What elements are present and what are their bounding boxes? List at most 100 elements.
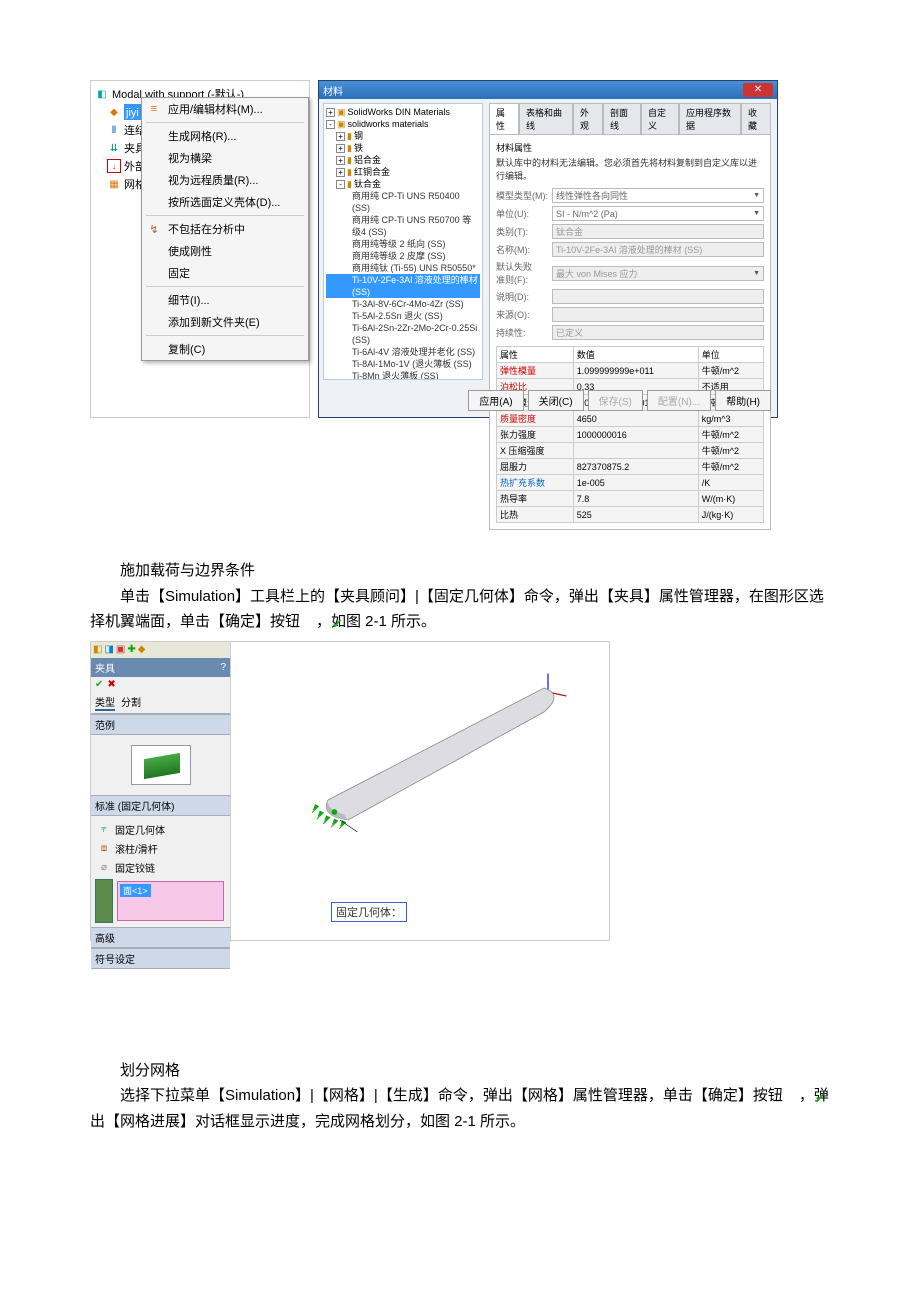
mat-leaf[interactable]: Ti-3Al-8V-6Cr-4Mo-4Zr (SS) — [326, 298, 480, 310]
mat-leaf[interactable]: Ti-8Al-1Mo-1V (退火薄板 (SS) — [326, 358, 480, 370]
ctx-label: 生成网格(R)... — [168, 128, 236, 144]
ctx-remote-mass[interactable]: 视为远程质量(R)... — [142, 169, 308, 191]
mat-tree-node[interactable]: SolidWorks DIN Materials — [348, 106, 450, 118]
tab-type[interactable]: 类型 — [95, 694, 115, 711]
tab-fav[interactable]: 收藏 — [741, 103, 771, 134]
ctx-label: 使成刚性 — [168, 243, 212, 259]
toolbar-icon[interactable]: ◆ — [138, 644, 146, 655]
expand-icon[interactable]: + — [336, 144, 345, 153]
ctx-edit-material[interactable]: ≡ 应用/编辑材料(M)... — [142, 98, 308, 120]
mat-leaf[interactable]: 商用纯等级 2 纸向 (SS) — [326, 238, 480, 250]
ctx-copy[interactable]: 复制(C) — [142, 338, 308, 360]
cancel-x-icon[interactable]: ✖ — [107, 679, 115, 690]
ctx-label: 不包括在分析中 — [168, 221, 245, 237]
expand-icon[interactable]: + — [336, 156, 345, 165]
tab-split[interactable]: 分割 — [121, 694, 141, 711]
table-row: 热导率7.8W/(m·K) — [497, 491, 764, 507]
mat-leaf[interactable]: 商用纯等级 2 皮摩 (SS) — [326, 250, 480, 262]
selected-face-chip[interactable]: 面<1> — [120, 884, 151, 897]
material-tree[interactable]: +▣SolidWorks DIN Materials -▣solidworks … — [323, 103, 483, 380]
section-standard[interactable]: 标准 (固定几何体) — [91, 795, 230, 816]
mat-leaf[interactable]: Ti-8Mn 退火薄板 (SS) — [326, 370, 480, 380]
ok-check-icon[interactable]: ✔ — [95, 679, 103, 690]
selection-box[interactable]: 面<1> — [117, 881, 224, 921]
toolbar-icon[interactable]: ◨ — [104, 644, 113, 655]
mat-cat[interactable]: 钛合金 — [354, 178, 381, 190]
ctx-shell[interactable]: 按所选面定义壳体(D)... — [142, 191, 308, 213]
section-example[interactable]: 范例 — [91, 714, 230, 735]
expand-icon[interactable]: + — [326, 108, 335, 117]
ctx-gen-mesh[interactable]: 生成网格(R)... — [142, 125, 308, 147]
ctx-fix[interactable]: 固定 — [142, 262, 308, 284]
fixture-type-fixed[interactable]: ⫧固定几何体 — [95, 820, 226, 839]
dialog-titlebar[interactable]: 材料 ✕ — [319, 81, 777, 99]
save-button: 保存(S) — [588, 390, 643, 411]
properties-table: 属性 数值 单位 弹性模量1.099999999e+011牛顿/m^2 泊松比0… — [496, 346, 764, 523]
graphics-viewport[interactable]: 固定几何体： — [231, 642, 609, 940]
tab-custom[interactable]: 自定义 — [641, 103, 679, 134]
fixtures-icon: ⇊ — [107, 141, 121, 155]
mat-leaf[interactable]: Ti-5Al-2.5Sn 退火 (SS) — [326, 310, 480, 322]
close-button[interactable]: 关闭(C) — [528, 390, 584, 411]
mat-cat[interactable]: 红铜合金 — [354, 166, 390, 178]
apply-button[interactable]: 应用(A) — [468, 390, 523, 411]
fixture-type-hinge[interactable]: ⌀固定铰链 — [95, 858, 226, 877]
mat-leaf[interactable]: 商用纯 CP-Ti UNS R50700 等级4 (SS) — [326, 214, 480, 238]
tab-appdata[interactable]: 应用程序数据 — [679, 103, 741, 134]
table-row: 质量密度4650kg/m^3 — [497, 411, 764, 427]
ctx-label: 应用/编辑材料(M)... — [168, 101, 263, 117]
paragraph: 选择下拉菜单【Simulation】|【网格】|【生成】命令，弹出【网格】属性管… — [90, 1083, 830, 1134]
mat-leaf[interactable]: Ti-6Al-2Sn-2Zr-2Mo-2Cr-0.25Si (SS) — [326, 322, 480, 346]
ok-check-icon — [300, 615, 316, 629]
category-input: 钛合金 — [552, 224, 764, 239]
section-symbol[interactable]: 符号设定 — [91, 948, 230, 969]
separator — [146, 286, 304, 287]
ctx-add-folder[interactable]: 添加到新文件夹(E) — [142, 311, 308, 333]
face-select-icon[interactable] — [95, 879, 113, 923]
help-button[interactable]: 帮助(H) — [715, 390, 771, 411]
mat-leaf[interactable]: Ti-6Al-4V 溶液处理并老化 (SS) — [326, 346, 480, 358]
ok-check-icon — [783, 1089, 799, 1103]
source-input — [552, 307, 764, 322]
mat-cat[interactable]: 铝合金 — [354, 154, 381, 166]
tab-properties[interactable]: 属性 — [489, 103, 519, 134]
collapse-icon[interactable]: - — [326, 120, 335, 129]
mat-leaf-selected[interactable]: Ti-10V-2Fe-3Al 溶液处理的棒材 (SS) — [326, 274, 480, 298]
collapse-icon[interactable]: - — [336, 180, 345, 189]
toolbar-icon[interactable]: ◧ — [93, 644, 102, 655]
chevron-down-icon: ▼ — [753, 270, 760, 277]
material-figure-row: ◧ Modal with support (-默认-) ◆ jiyi (-[SW… — [90, 80, 830, 418]
material-dialog: 材料 ✕ +▣SolidWorks DIN Materials -▣solidw… — [318, 80, 778, 418]
table-row: X 压缩强度牛顿/m^2 — [497, 443, 764, 459]
model-type-select[interactable]: 线性弹性各向同性▼ — [552, 188, 764, 203]
expand-icon[interactable]: + — [336, 168, 345, 177]
toolbar-icon[interactable]: ✚ — [127, 644, 135, 655]
fixture-type-roller[interactable]: ⧈滚柱/滑杆 — [95, 839, 226, 858]
tab-appearance[interactable]: 外观 — [573, 103, 603, 134]
mat-cat[interactable]: 钢 — [354, 130, 363, 142]
chevron-down-icon: ▼ — [753, 210, 760, 217]
unit-select[interactable]: SI - N/m^2 (Pa)▼ — [552, 206, 764, 221]
mat-leaf[interactable]: 商用纯钛 (Ti-55) UNS R50550* — [326, 262, 480, 274]
desc-input — [552, 289, 764, 304]
tab-hatch[interactable]: 剖面线 — [603, 103, 641, 134]
ctx-beam[interactable]: 视为横梁 — [142, 147, 308, 169]
mat-leaf[interactable]: 商用纯 CP-Ti UNS R50400 (SS) — [326, 190, 480, 214]
part-icon: ◆ — [107, 105, 121, 119]
fixed-icon: ⫧ — [97, 824, 111, 835]
mat-tree-node[interactable]: solidworks materials — [348, 118, 429, 130]
close-icon[interactable]: ✕ — [743, 83, 773, 97]
mat-cat[interactable]: 铁 — [354, 142, 363, 154]
help-icon[interactable]: ? — [220, 662, 226, 673]
col-header: 属性 — [497, 347, 574, 363]
section-advanced[interactable]: 高级 — [91, 927, 230, 948]
expand-icon[interactable]: + — [336, 132, 345, 141]
toolbar-icon[interactable]: ▣ — [116, 644, 125, 655]
tab-curves[interactable]: 表格和曲线 — [519, 103, 573, 134]
ctx-rigid[interactable]: 使成刚性 — [142, 240, 308, 262]
ctx-label: 视为横梁 — [168, 150, 212, 166]
ctx-detail[interactable]: 细节(I)... — [142, 289, 308, 311]
ctx-exclude[interactable]: ↯ 不包括在分析中 — [142, 218, 308, 240]
loads-icon: ↓ — [107, 159, 121, 173]
example-preview — [131, 745, 191, 785]
